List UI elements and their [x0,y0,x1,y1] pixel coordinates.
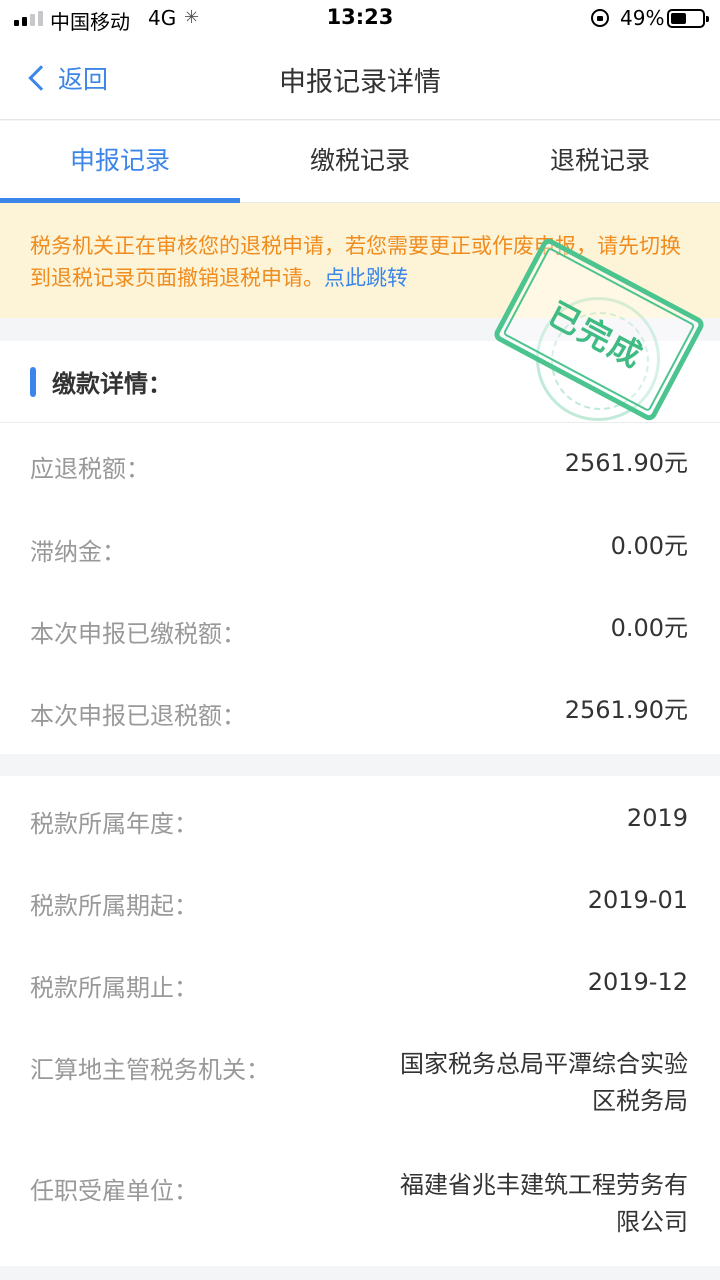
row-value: 0.00元 [610,532,688,560]
row-value: 2561.90元 [564,449,688,477]
page-title: 申报记录详情 [279,67,441,98]
row-label: 汇算地主管税务机关： [30,1056,270,1084]
row-value-multiline: 福建省兆丰建筑工程劳务有 限公司 [400,1167,688,1241]
tab-bar: 申报记录 缴税记录 退税记录 [0,121,720,203]
navigation-bar: 返回 申报记录详情 [0,38,720,120]
row-label: 税款所属期起： [30,892,198,920]
battery-percent: 49% [620,6,665,30]
row-label: 应退税额： [30,455,150,483]
status-bar: 中国移动 4G ✳ 13:23 49% [0,0,720,38]
row-value: 2561.90元 [564,696,688,724]
row-label: 本次申报已退税额： [30,702,246,730]
row-label: 税款所属年度： [30,810,198,838]
tax-info-section: 税款所属年度： 2019 税款所属期起： 2019-01 税款所属期止： 201… [0,776,720,1266]
row-value-line: 区税务局 [592,1087,688,1115]
row-value: 0.00元 [610,614,688,642]
row-value: 2019 [626,804,688,832]
tab-declaration-records[interactable]: 申报记录 [0,121,240,203]
row-value-line: 福建省兆丰建筑工程劳务有 [400,1171,688,1199]
row-value: 2019-12 [587,968,688,996]
section-accent-bar [30,366,36,397]
row-value-multiline: 国家税务总局平潭综合实验 区税务局 [400,1046,688,1120]
row-label: 本次申报已缴税额： [30,620,246,648]
row-value-line: 国家税务总局平潭综合实验 [400,1050,688,1078]
notice-link[interactable]: 点此跳转 [324,266,408,290]
row-label: 税款所属期止： [30,974,198,1002]
orientation-lock-icon [591,9,609,27]
tab-refund-records[interactable]: 退税记录 [480,121,720,202]
section-title: 缴款详情： [52,370,172,398]
row-label: 滞纳金： [30,538,126,566]
row-label: 任职受雇单位： [30,1177,198,1205]
tab-payment-records[interactable]: 缴税记录 [240,121,480,202]
row-value: 2019-01 [587,886,688,914]
battery-icon [667,9,709,28]
status-time: 13:23 [326,5,394,29]
row-value-line: 限公司 [616,1208,688,1236]
